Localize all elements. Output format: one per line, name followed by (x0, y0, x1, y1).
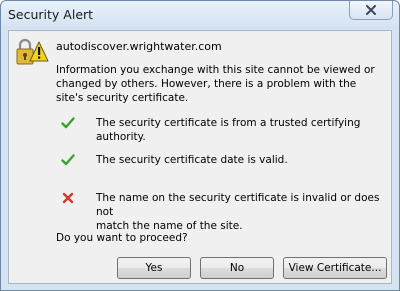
proceed-question: Do you want to proceed? (56, 232, 188, 244)
close-button[interactable] (349, 1, 393, 20)
check-name-invalid: The name on the security certificate is … (96, 191, 388, 233)
warning-lock-icon (16, 38, 49, 65)
window-title: Security Alert (8, 7, 94, 22)
site-host: autodiscover.wrightwater.com (56, 40, 222, 53)
dialog-body: autodiscover.wrightwater.com Information… (8, 30, 392, 284)
check-line: The name on the security certificate is … (96, 192, 380, 218)
check-date-valid: The security certificate date is valid. (96, 154, 288, 166)
green-check-icon (61, 154, 75, 166)
title-bar[interactable]: Security Alert (1, 1, 399, 29)
security-info: Information you exchange with this site … (56, 63, 386, 105)
red-x-icon (62, 192, 74, 204)
info-line: changed by others. However, there is a p… (56, 78, 357, 90)
info-line: Information you exchange with this site … (56, 64, 375, 76)
view-certificate-button[interactable]: View Certificate... (283, 257, 387, 279)
check-trusted-authority: The security certificate is from a trust… (96, 117, 361, 143)
check-line: match the name of the site. (96, 220, 243, 232)
info-line: site's security certificate. (56, 92, 189, 104)
security-alert-window: Security Alert autodiscover.wrightwater.… (0, 0, 400, 291)
no-button[interactable]: No (200, 257, 274, 279)
green-check-icon (61, 117, 75, 129)
yes-button[interactable]: Yes (117, 257, 191, 279)
close-icon (366, 5, 376, 15)
